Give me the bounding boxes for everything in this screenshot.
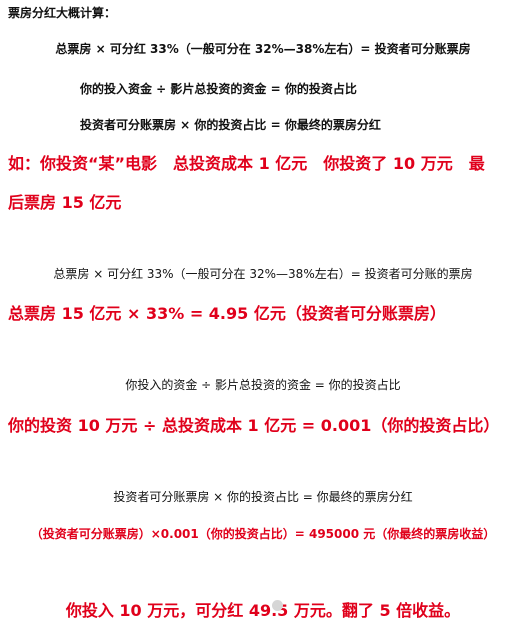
formula-line-2: 你的投入资金 ÷ 影片总投资的资金 = 你的投资占比: [80, 82, 357, 96]
step3-result: （投资者可分账票房）×0.001（你的投资占比）= 495000 元（你最终的票…: [30, 527, 496, 541]
step2-result: 你的投资 10 万元 ÷ 总投资成本 1 亿元 = 0.001（你的投资占比）: [8, 416, 500, 435]
intro-heading: 票房分红大概计算：: [8, 6, 117, 20]
step3-formula: 投资者可分账票房 × 你的投资占比 = 你最终的票房分红: [113, 490, 413, 504]
example-line-1: 如：你投资“某”电影 总投资成本 1 亿元 你投资了 10 万元 最: [8, 154, 485, 173]
formula-line-3: 投资者可分账票房 × 你的投资占比 = 你最终的票房分红: [80, 118, 381, 132]
step2-formula: 你投入的资金 ÷ 影片总投资的资金 = 你的投资占比: [125, 378, 401, 392]
example-line-2: 后票房 15 亿元: [8, 193, 122, 212]
formula-line-1: 总票房 × 可分红 33%（一般可分在 32%—38%左右）= 投资者可分账票房: [55, 42, 471, 56]
step1-result: 总票房 15 亿元 × 33% = 4.95 亿元（投资者可分账票房）: [8, 304, 446, 323]
conclusion: 你投入 10 万元，可分红 49.5 万元。翻了 5 倍收益。: [65, 601, 461, 620]
watermark-logo-icon: [272, 599, 283, 611]
watermark: [272, 598, 287, 611]
step1-formula: 总票房 × 可分红 33%（一般可分在 32%—38%左右）= 投资者可分账的票…: [53, 267, 473, 281]
